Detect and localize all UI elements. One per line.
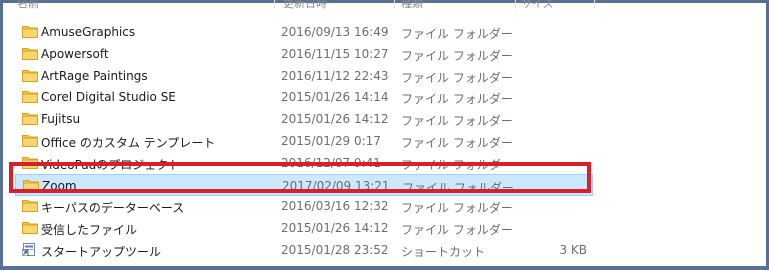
file-name: AmuseGraphics [41,25,136,39]
folder-icon [22,222,38,235]
file-row[interactable]: Zoom 2017/02/09 13:21 ファイル フォルダー [15,173,593,196]
column-header-name[interactable]: 名前 [17,0,39,11]
file-name: Corel Digital Studio SE [41,90,176,105]
file-row[interactable]: キーパスのデーターベース 2016/03/16 12:32 ファイル フォルダー [15,195,593,217]
file-date: 2016/03/16 12:32 [281,199,389,214]
file-date: 2015/01/26 14:12 [281,221,389,236]
folder-icon [22,69,38,82]
file-size: 3 KB [559,243,587,257]
file-date: 2016/09/13 16:49 [281,25,389,39]
column-divider[interactable] [394,0,395,9]
column-header-type[interactable]: 種類 [401,0,423,11]
file-type: ファイル フォルダー [402,180,514,195]
folder-icon [22,26,38,38]
file-type: ショートカット [401,245,486,259]
folder-icon [22,47,38,60]
file-date: 2016/11/15 10:27 [281,46,389,61]
file-name: ArtRage Paintings [41,68,148,83]
file-type: ファイル フォルダー [401,48,513,63]
file-date: 2017/02/09 13:21 [282,178,390,193]
column-divider[interactable] [274,0,275,9]
file-type: ファイル フォルダー [401,136,513,150]
file-date: 2015/01/26 14:12 [281,112,389,127]
folder-icon [22,113,38,126]
file-name: 受信したファイル [41,223,138,238]
file-date: 2016/12/07 9:41 [281,155,381,170]
folder-icon [23,179,39,192]
column-divider[interactable] [515,0,516,9]
file-type: ファイル フォルダー [401,27,513,41]
file-name: VideoPadのプロジェクト [41,157,181,172]
file-name: Office のカスタム テンプレート [41,136,216,150]
file-name: Apowersoft [41,46,109,61]
file-type: ファイル フォルダー [401,70,513,85]
file-row[interactable]: ArtRage Paintings 2016/11/12 22:43 ファイル フォ… [15,65,593,87]
folder-icon [22,156,38,169]
file-row[interactable]: 受信したファイル 2015/01/26 14:12 ファイル フォルダー [15,217,593,239]
file-date: 2016/11/12 22:43 [281,68,389,83]
shortcut-icon [22,243,35,256]
file-type: ファイル フォルダー [401,201,513,216]
column-header-row: 名前 更新日時 種類 サイズ [3,0,766,11]
file-date: 2015/01/26 14:14 [281,90,389,105]
file-row[interactable]: Corel Digital Studio SE 2015/01/26 14:14 フ… [15,86,593,108]
file-row[interactable]: Apowersoft 2016/11/15 10:27 ファイル フォルダー [15,43,593,65]
file-row[interactable]: AmuseGraphics 2016/09/13 16:49 ファイル フォルダー [15,21,593,43]
column-divider[interactable] [594,0,595,9]
file-name: スタートアップツール [41,245,162,259]
file-type: ファイル フォルダー [401,223,513,238]
folder-icon [22,200,38,213]
file-row[interactable]: VideoPadのプロジェクト 2016/12/07 9:41 ファイル フォルダー [15,152,593,174]
folder-icon [22,135,38,147]
column-header-date[interactable]: 更新日時 [283,0,327,11]
file-type: ファイル フォルダー [401,157,513,172]
file-name: Zoom [42,178,77,193]
file-name: Fujitsu [41,112,81,127]
file-name: キーパスのデーターベース [41,201,185,216]
file-row[interactable]: Fujitsu 2015/01/26 14:12 ファイル フォルダー [15,108,593,130]
folder-icon [22,91,38,104]
file-type: ファイル フォルダー [401,114,513,129]
column-header-size[interactable]: サイズ [521,0,554,11]
file-date: 2015/01/29 0:17 [281,134,381,148]
file-row[interactable]: Office のカスタム テンプレート 2015/01/29 0:17 ファイル フ… [15,130,593,152]
file-date: 2015/01/28 23:52 [281,243,389,257]
file-type: ファイル フォルダー [401,92,513,107]
file-row[interactable]: スタートアップツール 2015/01/28 23:52 ショートカット 3 KB [15,239,593,261]
